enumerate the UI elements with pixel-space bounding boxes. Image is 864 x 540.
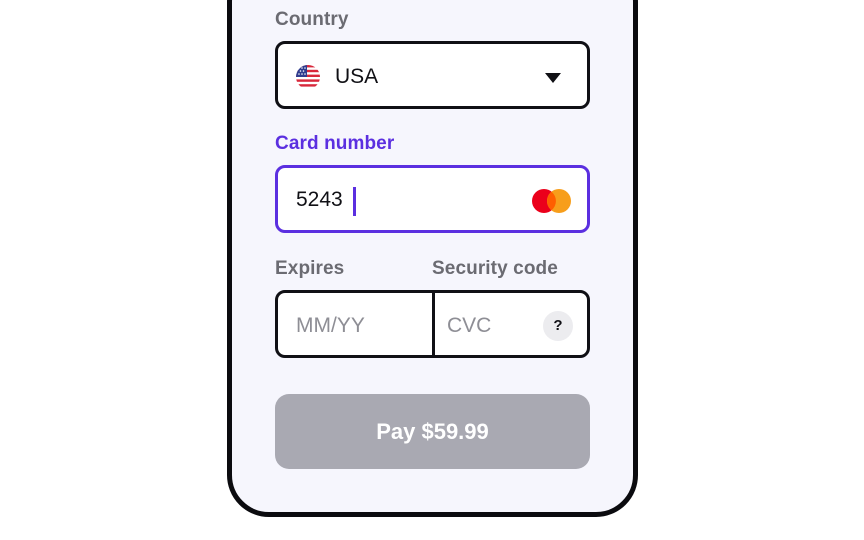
mastercard-icon <box>531 188 573 214</box>
help-icon[interactable]: ? <box>543 311 573 341</box>
card-number-input[interactable]: 5243 <box>275 165 590 233</box>
expiry-cvc-group: MM/YY CVC ? <box>275 290 590 358</box>
card-number-value: 5243 <box>296 188 343 211</box>
pay-button[interactable]: Pay $59.99 <box>275 394 590 469</box>
cvc-input[interactable]: CVC <box>447 314 491 338</box>
text-cursor <box>353 187 356 216</box>
security-code-label: Security code <box>432 258 558 279</box>
card-number-label: Card number <box>275 133 395 154</box>
expiry-input[interactable]: MM/YY <box>296 314 365 338</box>
country-select[interactable]: USA <box>275 41 590 109</box>
expires-label: Expires <box>275 258 345 279</box>
chevron-down-icon[interactable] <box>545 73 561 83</box>
country-value: USA <box>335 65 379 88</box>
country-label: Country <box>275 9 349 30</box>
field-divider <box>432 293 435 355</box>
us-flag-icon <box>296 65 320 89</box>
